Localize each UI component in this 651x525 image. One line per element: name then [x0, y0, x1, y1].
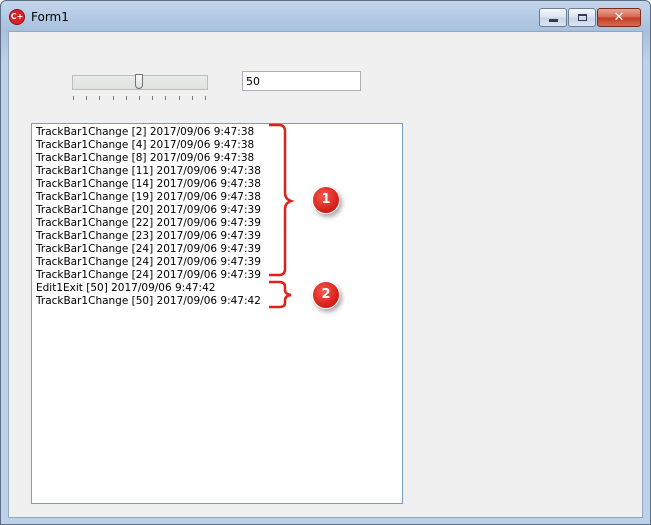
trackbar-thumb[interactable]: [135, 74, 143, 89]
annotation-badge-1: 1: [312, 186, 340, 214]
memo-line: TrackBar1Change [19] 2017/09/06 9:47:38: [36, 191, 261, 203]
memo-line: TrackBar1Change [11] 2017/09/06 9:47:38: [36, 165, 261, 177]
memo-line: TrackBar1Change [20] 2017/09/06 9:47:39: [36, 204, 261, 216]
form1-window: C+ Form1 ✕ TrackBar1Change [2] 2017/09/0…: [0, 0, 651, 525]
caption-buttons: ✕: [538, 8, 641, 27]
trackbar[interactable]: [72, 73, 208, 103]
memo-line: TrackBar1Change [2] 2017/09/06 9:47:38: [36, 126, 255, 138]
trackbar-tick: [139, 96, 140, 100]
trackbar-tick: [99, 96, 100, 100]
maximize-icon: [577, 14, 587, 21]
memo-line: TrackBar1Change [24] 2017/09/06 9:47:39: [36, 243, 261, 255]
memo-line: Edit1Exit [50] 2017/09/06 9:47:42: [36, 282, 216, 294]
memo-line: TrackBar1Change [23] 2017/09/06 9:47:39: [36, 230, 261, 242]
trackbar-tick: [205, 96, 206, 100]
edit1-field[interactable]: [242, 71, 361, 91]
memo-line: TrackBar1Change [14] 2017/09/06 9:47:38: [36, 178, 261, 190]
trackbar-tick: [179, 96, 180, 100]
memo-line: TrackBar1Change [22] 2017/09/06 9:47:39: [36, 217, 261, 229]
memo-line: TrackBar1Change [50] 2017/09/06 9:47:42: [36, 295, 261, 307]
memo-line: TrackBar1Change [24] 2017/09/06 9:47:39: [36, 269, 261, 281]
trackbar-tick: [73, 96, 74, 100]
minimize-button[interactable]: [539, 8, 567, 27]
memo-line: TrackBar1Change [4] 2017/09/06 9:47:38: [36, 139, 255, 151]
minimize-icon: [548, 19, 558, 22]
close-icon: ✕: [613, 10, 625, 25]
memo-log[interactable]: TrackBar1Change [2] 2017/09/06 9:47:38 Tr…: [31, 123, 403, 504]
maximize-button[interactable]: [568, 8, 596, 27]
trackbar-tick: [192, 96, 193, 100]
close-button[interactable]: ✕: [597, 8, 641, 27]
app-logo-icon[interactable]: C+: [10, 10, 24, 24]
memo-line: TrackBar1Change [24] 2017/09/06 9:47:39: [36, 256, 261, 268]
trackbar-tick: [152, 96, 153, 100]
trackbar-tick: [86, 96, 87, 100]
memo-lines: TrackBar1Change [2] 2017/09/06 9:47:38 Tr…: [36, 126, 398, 308]
title-bar[interactable]: C+ Form1 ✕: [1, 1, 650, 31]
form-client-area: TrackBar1Change [2] 2017/09/06 9:47:38Tr…: [8, 31, 643, 518]
trackbar-tick: [126, 96, 127, 100]
memo-line: TrackBar1Change [8] 2017/09/06 9:47:38: [36, 152, 255, 164]
trackbar-tick: [165, 96, 166, 100]
annotation-badge-2: 2: [312, 281, 340, 309]
trackbar-tick: [113, 96, 114, 100]
window-title: Form1: [31, 10, 69, 24]
